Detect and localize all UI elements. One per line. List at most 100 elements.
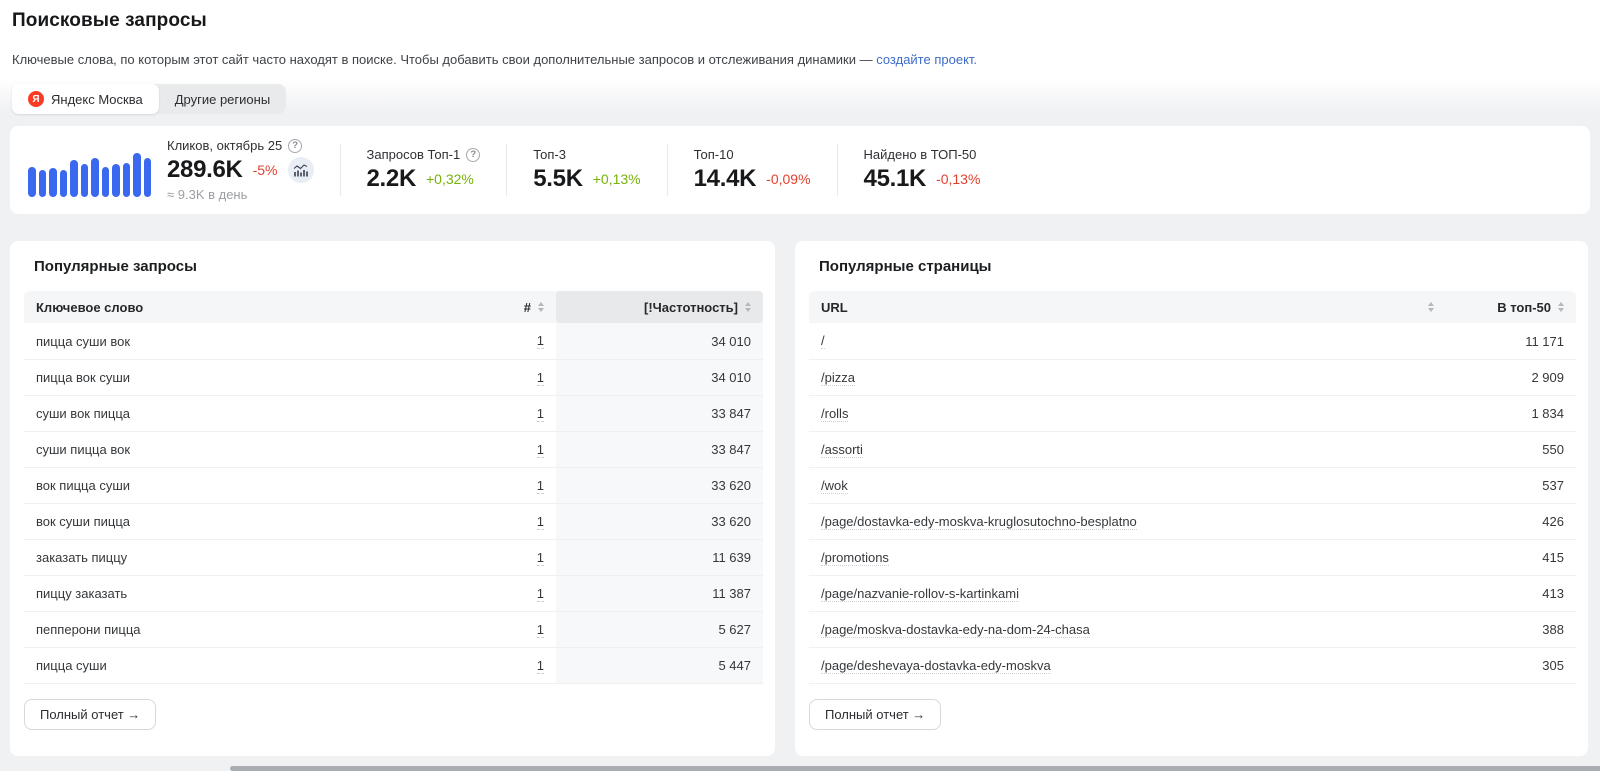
- summary-stats-panel: Кликов, октябрь 25 ? 289.6K -5% ≈ 9.3K в…: [10, 126, 1590, 214]
- queries-table-header: Ключевое слово # [!Частотность]: [24, 291, 763, 323]
- position-value[interactable]: 1: [537, 370, 544, 386]
- url-link[interactable]: /pizza: [821, 370, 855, 386]
- column-header-url[interactable]: URL: [809, 291, 1446, 323]
- metric-top50-value: 45.1K: [864, 165, 927, 193]
- query-table-row: вок суши пицца 1 33 620: [24, 503, 763, 539]
- url-link[interactable]: /page/dostavka-edy-moskva-kruglosutochno…: [821, 514, 1137, 530]
- page-subtitle: Ключевые слова, по которым этот сайт час…: [12, 52, 1600, 67]
- page-table-row: / 11 171: [809, 323, 1576, 359]
- column-header-frequency[interactable]: [!Частотность]: [556, 291, 763, 323]
- top50-cell: 426: [1446, 504, 1576, 539]
- frequency-cell: 33 847: [556, 432, 763, 467]
- position-value[interactable]: 1: [537, 586, 544, 602]
- page-table-row: /promotions 415: [809, 539, 1576, 575]
- position-value[interactable]: 1: [537, 333, 544, 349]
- sparkline-bar: [70, 160, 78, 197]
- sort-icon[interactable]: [538, 302, 544, 312]
- horizontal-scrollbar[interactable]: [230, 766, 1600, 771]
- keyword-cell: пицца вок суши: [24, 360, 466, 395]
- subtitle-text: Ключевые слова, по которым этот сайт час…: [12, 52, 876, 67]
- full-report-button-pages[interactable]: Полный отчет →: [809, 699, 941, 730]
- page-table-row: /page/nazvanie-rollov-s-kartinkami 413: [809, 575, 1576, 611]
- query-table-row: суши вок пицца 1 33 847: [24, 395, 763, 431]
- tab-other-regions-label: Другие регионы: [175, 92, 270, 107]
- pages-table: URL В топ-50 / 11 171 /pizza 2 909 /: [809, 291, 1576, 684]
- position-value[interactable]: 1: [537, 478, 544, 494]
- url-link[interactable]: /page/moskva-dostavka-edy-na-dom-24-chas…: [821, 622, 1090, 638]
- query-table-row: заказать пиццу 1 11 639: [24, 539, 763, 575]
- metric-top1: Запросов Топ-1 ? 2.2K +0,32%: [341, 147, 507, 193]
- metric-top3-value: 5.5K: [533, 165, 583, 193]
- popular-queries-panel: Популярные запросы Ключевое слово # [!Ча…: [10, 241, 775, 756]
- query-table-row: вок пицца суши 1 33 620: [24, 467, 763, 503]
- top50-cell: 11 171: [1446, 323, 1576, 359]
- metric-clicks-daily: ≈ 9.3K в день: [167, 187, 314, 202]
- url-link[interactable]: /rolls: [821, 406, 848, 422]
- tab-yandex-moscow-label: Яндекс Москва: [51, 92, 143, 107]
- metric-top10-delta: -0,09%: [766, 171, 810, 187]
- url-link[interactable]: /assorti: [821, 442, 863, 458]
- column-header-position[interactable]: #: [466, 291, 556, 323]
- query-table-row: пицца суши вок 1 34 010: [24, 323, 763, 359]
- help-icon[interactable]: ?: [288, 139, 302, 153]
- column-header-keyword[interactable]: Ключевое слово: [24, 291, 466, 323]
- popular-queries-title: Популярные запросы: [34, 258, 751, 275]
- metric-top1-label: Запросов Топ-1: [367, 147, 461, 162]
- sort-icon[interactable]: [1558, 302, 1564, 312]
- metric-clicks: Кликов, октябрь 25 ? 289.6K -5% ≈ 9.3K в…: [151, 138, 340, 202]
- frequency-cell: 11 639: [556, 540, 763, 575]
- page-table-row: /page/dostavka-edy-moskva-kruglosutochno…: [809, 503, 1576, 539]
- popular-pages-panel: Популярные страницы URL В топ-50 / 11 17…: [795, 241, 1588, 756]
- frequency-cell: 33 847: [556, 396, 763, 431]
- keyword-cell: вок суши пицца: [24, 504, 466, 539]
- keyword-cell: пицца суши: [24, 648, 466, 683]
- frequency-cell: 5 447: [556, 648, 763, 683]
- help-icon[interactable]: ?: [466, 148, 480, 162]
- position-value[interactable]: 1: [537, 442, 544, 458]
- metric-top10-label: Топ-10: [694, 147, 734, 162]
- frequency-cell: 34 010: [556, 360, 763, 395]
- sparkline-bar: [102, 167, 110, 197]
- url-link[interactable]: /page/deshevaya-dostavka-edy-moskva: [821, 658, 1051, 674]
- keyword-cell: пепперони пицца: [24, 612, 466, 647]
- page-table-row: /assorti 550: [809, 431, 1576, 467]
- pages-table-header: URL В топ-50: [809, 291, 1576, 323]
- query-table-row: пицца вок суши 1 34 010: [24, 359, 763, 395]
- sparkline-bar: [112, 164, 120, 197]
- url-link[interactable]: /promotions: [821, 550, 889, 566]
- top50-cell: 388: [1446, 612, 1576, 647]
- top50-cell: 537: [1446, 468, 1576, 503]
- create-project-link[interactable]: создайте проект.: [876, 52, 977, 67]
- position-value[interactable]: 1: [537, 658, 544, 674]
- sort-icon[interactable]: [1428, 302, 1434, 312]
- position-value[interactable]: 1: [537, 622, 544, 638]
- full-report-button-queries[interactable]: Полный отчет →: [24, 699, 156, 730]
- queries-table-body: пицца суши вок 1 34 010 пицца вок суши 1…: [24, 323, 763, 684]
- position-value[interactable]: 1: [537, 406, 544, 422]
- keyword-cell: вок пицца суши: [24, 468, 466, 503]
- page-table-row: /page/deshevaya-dostavka-edy-moskva 305: [809, 647, 1576, 683]
- url-link[interactable]: /wok: [821, 478, 848, 494]
- url-link[interactable]: /: [821, 333, 825, 349]
- sparkline-bar: [49, 168, 57, 197]
- position-value[interactable]: 1: [537, 514, 544, 530]
- page-header: Поисковые запросы Ключевые слова, по кот…: [0, 0, 1600, 114]
- tab-yandex-moscow[interactable]: Я Яндекс Москва: [12, 84, 159, 114]
- position-value[interactable]: 1: [537, 550, 544, 566]
- metric-top1-value: 2.2K: [367, 165, 417, 193]
- frequency-cell: 33 620: [556, 468, 763, 503]
- tab-other-regions[interactable]: Другие регионы: [159, 84, 286, 114]
- frequency-cell: 33 620: [556, 504, 763, 539]
- keyword-cell: суши вок пицца: [24, 396, 466, 431]
- sort-icon[interactable]: [745, 302, 751, 312]
- top50-cell: 305: [1446, 648, 1576, 683]
- clicks-sparkline-chart: [28, 139, 151, 197]
- analytics-chart-icon[interactable]: [288, 157, 314, 183]
- metric-top50: Найдено в ТОП-50 45.1K -0,13%: [838, 147, 1007, 193]
- query-table-row: суши пицца вок 1 33 847: [24, 431, 763, 467]
- sparkline-bar: [133, 153, 141, 197]
- column-header-top50[interactable]: В топ-50: [1446, 291, 1576, 323]
- page-title: Поисковые запросы: [12, 10, 1600, 32]
- metric-top50-delta: -0,13%: [936, 171, 980, 187]
- url-link[interactable]: /page/nazvanie-rollov-s-kartinkami: [821, 586, 1019, 602]
